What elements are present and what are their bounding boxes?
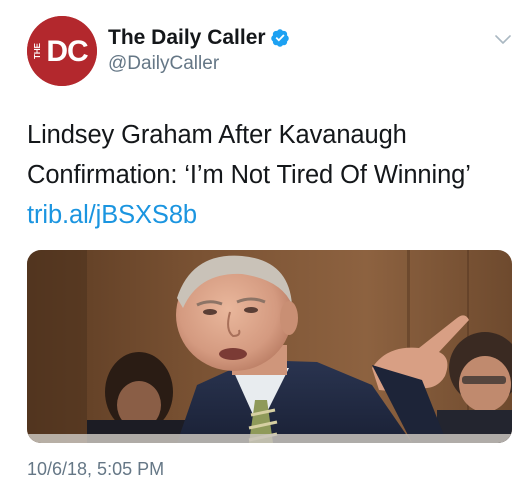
tweet-photo[interactable] [27, 250, 512, 443]
photo-senator-speaking [27, 250, 512, 443]
svg-text:THE: THE [33, 42, 42, 59]
avatar[interactable]: THE DC [27, 16, 97, 86]
svg-text:DC: DC [46, 35, 88, 68]
display-name[interactable]: The Daily Caller [108, 26, 266, 50]
tweet-text: Lindsey Graham After Kavanaugh Confirmat… [27, 115, 512, 235]
tweet-text-line: Confirmation: ‘I’m Not Tired Of Winning’ [27, 161, 471, 189]
verified-badge-icon [271, 29, 289, 47]
tweet-card: THE DC The Daily Caller @DailyCaller Lin… [0, 0, 524, 500]
tweet-link[interactable]: trib.al/jBSXS8b [27, 195, 512, 235]
tweet-text-line: Lindsey Graham After Kavanaugh [27, 121, 407, 149]
tweet-timestamp[interactable]: 10/6/18, 5:05 PM [27, 458, 164, 480]
daily-caller-logo: THE DC [27, 16, 97, 86]
account-handle[interactable]: @DailyCaller [108, 53, 219, 75]
chevron-down-icon[interactable] [494, 32, 512, 46]
